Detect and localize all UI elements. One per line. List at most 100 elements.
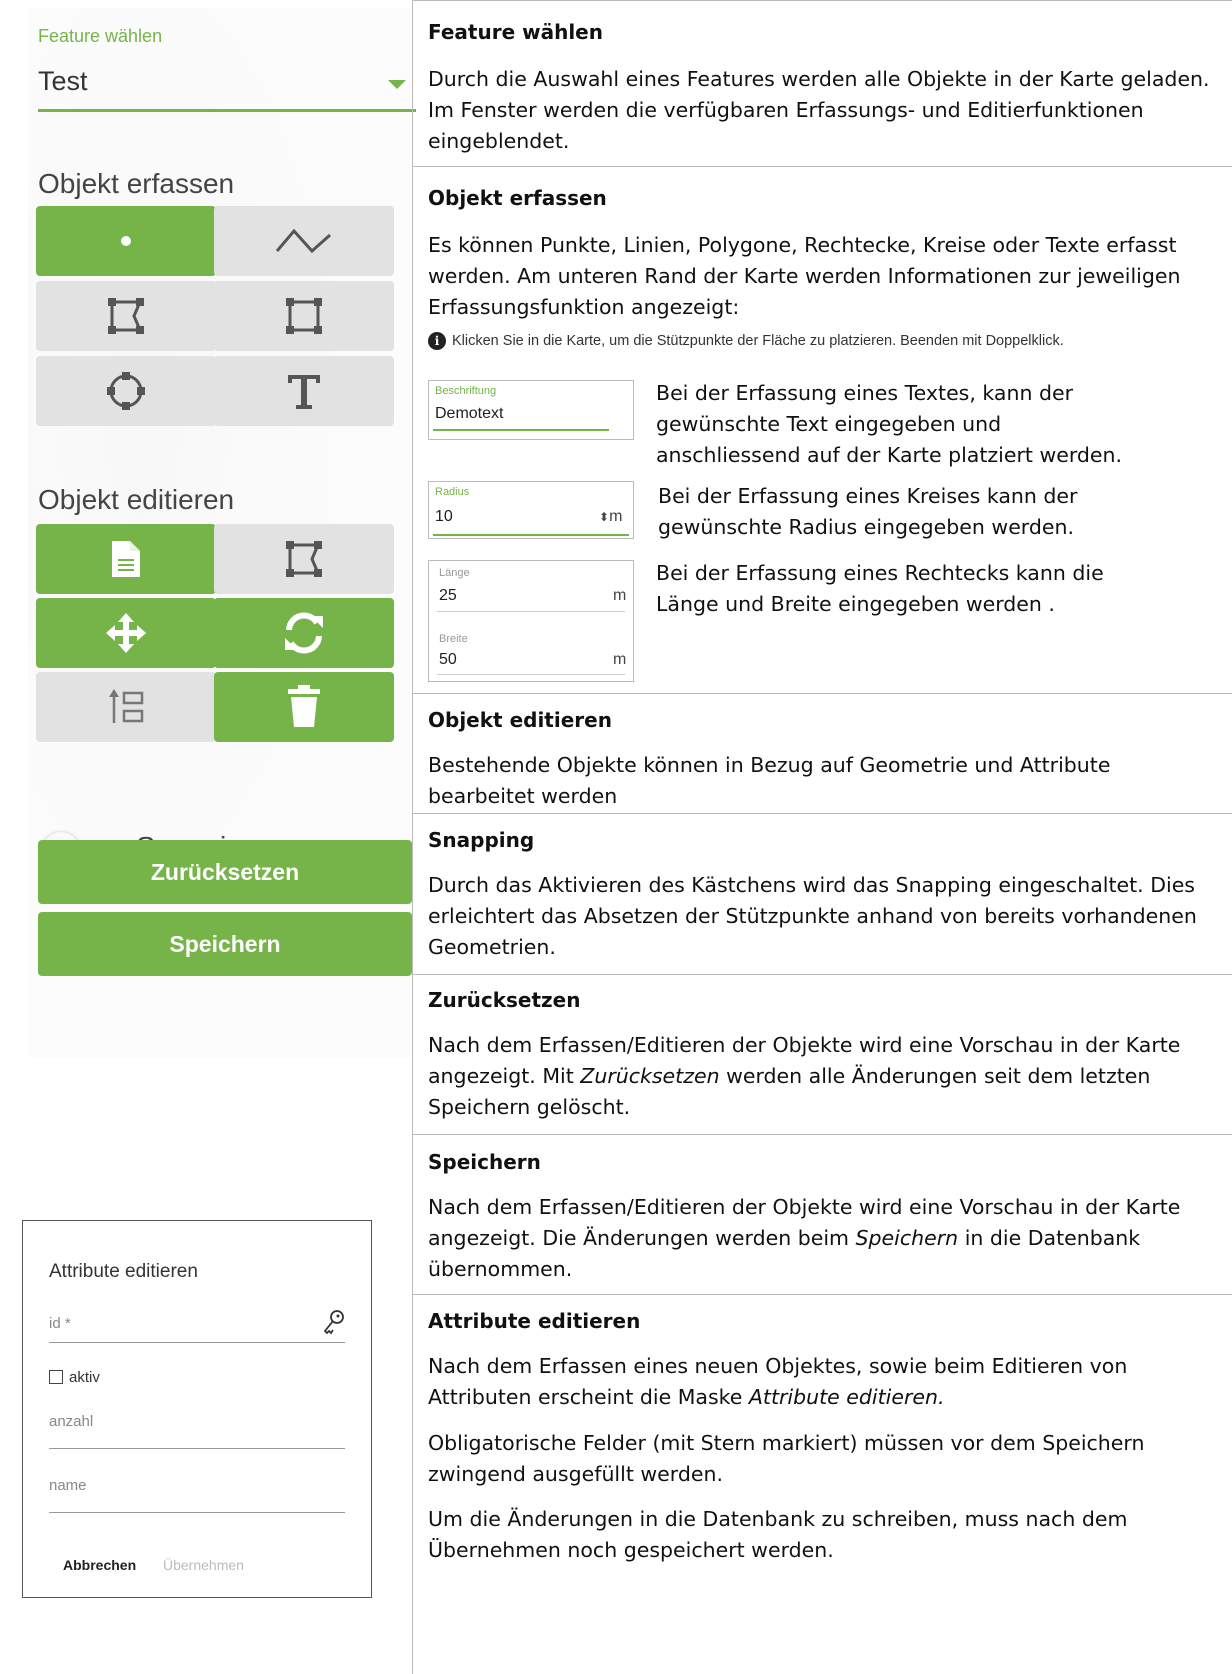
- label-input-example: Beschriftung Demotext: [428, 380, 634, 440]
- section-attributes-heading: Attribute editieren: [428, 1309, 641, 1333]
- section-attributes-text-2: Obligatorische Felder (mit Stern markier…: [428, 1431, 1145, 1486]
- name-field[interactable]: name: [49, 1473, 345, 1513]
- row-divider: [412, 813, 1232, 814]
- reset-text-emphasis: Zurücksetzen: [580, 1064, 720, 1088]
- key-icon[interactable]: [323, 1309, 345, 1340]
- edit-attributes-button[interactable]: [36, 524, 216, 594]
- feature-select-value: Test: [38, 66, 88, 96]
- editor-panel: Feature wählen Test Objekt erfassen Obje…: [28, 8, 416, 1058]
- radius-input-example: Radius 10 ⬍m: [428, 481, 634, 539]
- width-label: Breite: [439, 633, 468, 645]
- section-reset-text: Nach dem Erfassen/Editieren der Objekte …: [428, 1030, 1218, 1123]
- section-save-text: Nach dem Erfassen/Editieren der Objekte …: [428, 1192, 1218, 1285]
- edit-heading: Objekt editieren: [38, 484, 235, 515]
- section-attributes-text: Nach dem Erfassen eines neuen Objektes, …: [428, 1351, 1218, 1413]
- polygon-tool-button[interactable]: [36, 281, 216, 351]
- reorder-button[interactable]: [36, 672, 216, 742]
- chevron-down-icon: [388, 80, 406, 89]
- capture-info-text: Klicken Sie in die Karte, um die Stützpu…: [452, 333, 1064, 349]
- spinner-icon: ⬍: [599, 510, 610, 524]
- section-save-heading: Speichern: [428, 1150, 541, 1174]
- row-divider: [412, 1134, 1232, 1135]
- line-icon: [274, 221, 334, 261]
- row-divider: [412, 974, 1232, 975]
- section-reset-heading: Zurücksetzen: [428, 988, 581, 1012]
- rectangle-icon: [282, 294, 326, 338]
- capture-heading: Objekt erfassen: [38, 168, 235, 199]
- apply-button[interactable]: Übernehmen: [163, 1557, 244, 1573]
- radius-input-description: Bei der Erfassung eines Kreises kann der…: [658, 484, 1078, 539]
- aktiv-checkbox[interactable]: [49, 1370, 63, 1384]
- dialog-title: Attribute editieren: [49, 1261, 198, 1282]
- rotate-button[interactable]: [214, 598, 394, 668]
- id-field[interactable]: id *: [49, 1303, 345, 1343]
- rectangle-input-description: Bei der Erfassung eines Rechtecks kann d…: [656, 561, 1104, 616]
- table-top-border: [412, 0, 1232, 1]
- feature-select-label: Feature wählen: [38, 26, 163, 46]
- section-capture-heading: Objekt erfassen: [428, 186, 607, 210]
- capture-info-hint: i Klicken Sie in die Karte, um die Stützp…: [428, 332, 1064, 350]
- row-divider: [412, 166, 1232, 167]
- radius-unit-label: m: [609, 508, 623, 525]
- section-feature-heading: Feature wählen: [428, 20, 603, 44]
- aktiv-label: aktiv: [69, 1369, 100, 1386]
- length-label: Länge: [439, 567, 470, 579]
- edit-geometry-button[interactable]: [214, 524, 394, 594]
- attributes-text-emphasis: Attribute editieren.: [748, 1385, 945, 1409]
- anzahl-field[interactable]: anzahl: [49, 1409, 345, 1449]
- info-icon: i: [428, 332, 446, 350]
- radius-input-value: 10: [435, 508, 453, 525]
- row-divider: [412, 1294, 1232, 1295]
- section-feature-text: Durch die Auswahl eines Features werden …: [428, 67, 1210, 153]
- text-tool-button[interactable]: [214, 356, 394, 426]
- radius-input-label: Radius: [435, 486, 470, 498]
- attributes-document-icon: [110, 539, 142, 579]
- attribute-dialog: Attribute editieren id * aktiv anzahl na…: [22, 1220, 372, 1598]
- text-icon: [282, 369, 326, 413]
- circle-icon: [104, 369, 148, 413]
- point-tool-button[interactable]: [36, 206, 216, 276]
- row-divider: [412, 693, 1232, 694]
- label-input-value: Demotext: [435, 405, 504, 422]
- section-snapping-heading: Snapping: [428, 828, 535, 852]
- length-value: 25: [439, 587, 457, 604]
- section-edit-heading: Objekt editieren: [428, 708, 612, 732]
- name-field-label: name: [49, 1477, 87, 1494]
- section-edit-text: Bestehende Objekte können in Bezug auf G…: [428, 753, 1111, 808]
- point-icon: [116, 231, 136, 251]
- reset-button[interactable]: Zurücksetzen: [38, 840, 412, 904]
- feature-select[interactable]: Test: [38, 56, 416, 112]
- circle-tool-button[interactable]: [36, 356, 216, 426]
- delete-button[interactable]: [214, 672, 394, 742]
- cancel-button[interactable]: Abbrechen: [63, 1557, 136, 1573]
- width-value: 50: [439, 651, 457, 668]
- rectangle-input-example: Länge 25 m Breite 50 m: [428, 560, 634, 682]
- width-underline: [437, 674, 625, 675]
- section-snapping-text: Durch das Aktivieren des Kästchens wird …: [428, 873, 1197, 959]
- trash-icon: [286, 685, 322, 729]
- width-unit: m: [613, 651, 627, 668]
- table-divider: [412, 0, 413, 1674]
- section-capture-text: Es können Punkte, Linien, Polygone, Rech…: [428, 233, 1181, 319]
- polygon-icon: [104, 294, 148, 338]
- aktiv-checkbox-row[interactable]: aktiv: [49, 1369, 100, 1386]
- length-unit: m: [613, 587, 627, 604]
- section-attributes-text-3: Um die Änderungen in die Datenbank zu sc…: [428, 1507, 1128, 1562]
- anzahl-field-label: anzahl: [49, 1413, 94, 1430]
- move-icon: [104, 611, 148, 655]
- rotate-icon: [281, 610, 327, 656]
- reorder-icon: [104, 685, 148, 729]
- radius-input-unit: ⬍m: [599, 508, 622, 526]
- save-button[interactable]: Speichern: [38, 912, 412, 976]
- edit-geometry-icon: [282, 537, 326, 581]
- label-input-label: Beschriftung: [435, 385, 497, 397]
- length-underline: [437, 611, 625, 612]
- label-input-description: Bei der Erfassung eines Textes, kann der…: [656, 381, 1123, 467]
- label-input-underline: [433, 429, 609, 431]
- line-tool-button[interactable]: [214, 206, 394, 276]
- save-text-emphasis: Speichern: [855, 1226, 959, 1250]
- rectangle-tool-button[interactable]: [214, 281, 394, 351]
- id-field-label: id *: [49, 1315, 71, 1332]
- radius-input-underline: [433, 534, 629, 536]
- move-button[interactable]: [36, 598, 216, 668]
